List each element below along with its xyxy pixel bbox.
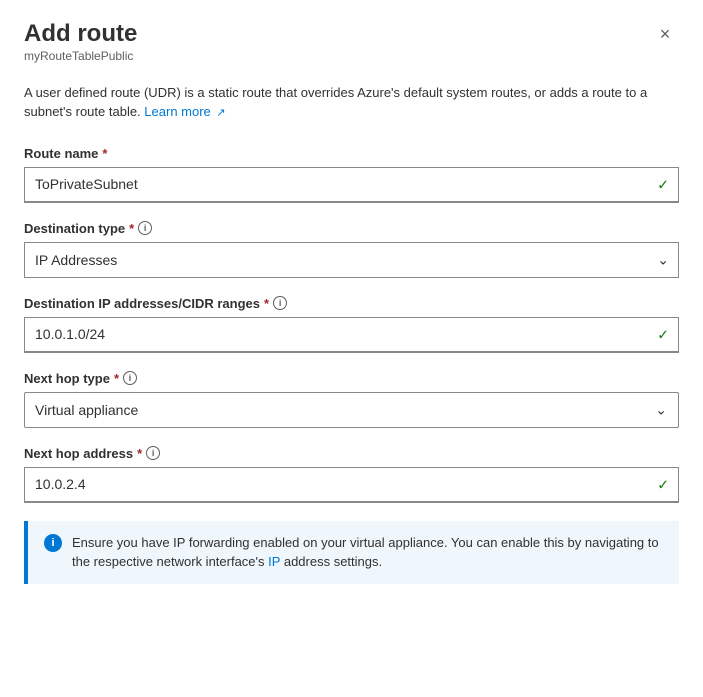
route-name-label: Route name * [24, 146, 679, 161]
next-hop-type-dropdown[interactable]: Virtual appliance [24, 392, 679, 428]
destination-type-label: Destination type * i [24, 221, 679, 236]
next-hop-address-label: Next hop address * i [24, 446, 679, 461]
route-name-input-wrapper: ✓ [24, 167, 679, 203]
close-button[interactable]: × [651, 20, 679, 48]
info-box-icon: i [44, 534, 62, 552]
required-indicator: * [137, 446, 142, 461]
learn-more-link[interactable]: Learn more ↗ [144, 104, 225, 119]
subtitle: myRouteTablePublic [24, 49, 137, 63]
required-indicator: * [264, 296, 269, 311]
route-name-group: Route name * ✓ [24, 146, 679, 203]
description-text: A user defined route (UDR) is a static r… [24, 83, 664, 122]
route-name-input[interactable] [24, 167, 679, 203]
next-hop-type-dropdown-wrapper[interactable]: Virtual appliance ⌄ [24, 392, 679, 428]
info-icon[interactable]: i [123, 371, 137, 385]
info-icon[interactable]: i [138, 221, 152, 235]
info-box: i Ensure you have IP forwarding enabled … [24, 521, 679, 584]
info-box-text: Ensure you have IP forwarding enabled on… [72, 533, 663, 572]
title-area: Add route myRouteTablePublic [24, 20, 137, 79]
info-icon[interactable]: i [273, 296, 287, 310]
external-link-icon: ↗ [216, 107, 225, 119]
add-route-panel: Add route myRouteTablePublic × A user de… [0, 0, 703, 697]
ip-address-link[interactable]: IP [268, 554, 284, 569]
next-hop-type-group: Next hop type * i Virtual appliance ⌄ [24, 371, 679, 428]
next-hop-address-input-wrapper: ✓ [24, 467, 679, 503]
next-hop-address-input[interactable] [24, 467, 679, 503]
required-indicator: * [114, 371, 119, 386]
page-title: Add route [24, 20, 137, 49]
info-icon[interactable]: i [146, 446, 160, 460]
required-indicator: * [102, 146, 107, 161]
destination-type-dropdown[interactable]: IP Addresses [24, 242, 679, 278]
destination-ip-label: Destination IP addresses/CIDR ranges * i [24, 296, 679, 311]
next-hop-address-group: Next hop address * i ✓ [24, 446, 679, 503]
destination-type-dropdown-wrapper[interactable]: IP Addresses ⌄ [24, 242, 679, 278]
destination-ip-input[interactable] [24, 317, 679, 353]
panel-header: Add route myRouteTablePublic × [24, 20, 679, 79]
destination-ip-input-wrapper: ✓ [24, 317, 679, 353]
destination-type-group: Destination type * i IP Addresses ⌄ [24, 221, 679, 278]
required-indicator: * [129, 221, 134, 236]
destination-ip-group: Destination IP addresses/CIDR ranges * i… [24, 296, 679, 353]
next-hop-type-label: Next hop type * i [24, 371, 679, 386]
